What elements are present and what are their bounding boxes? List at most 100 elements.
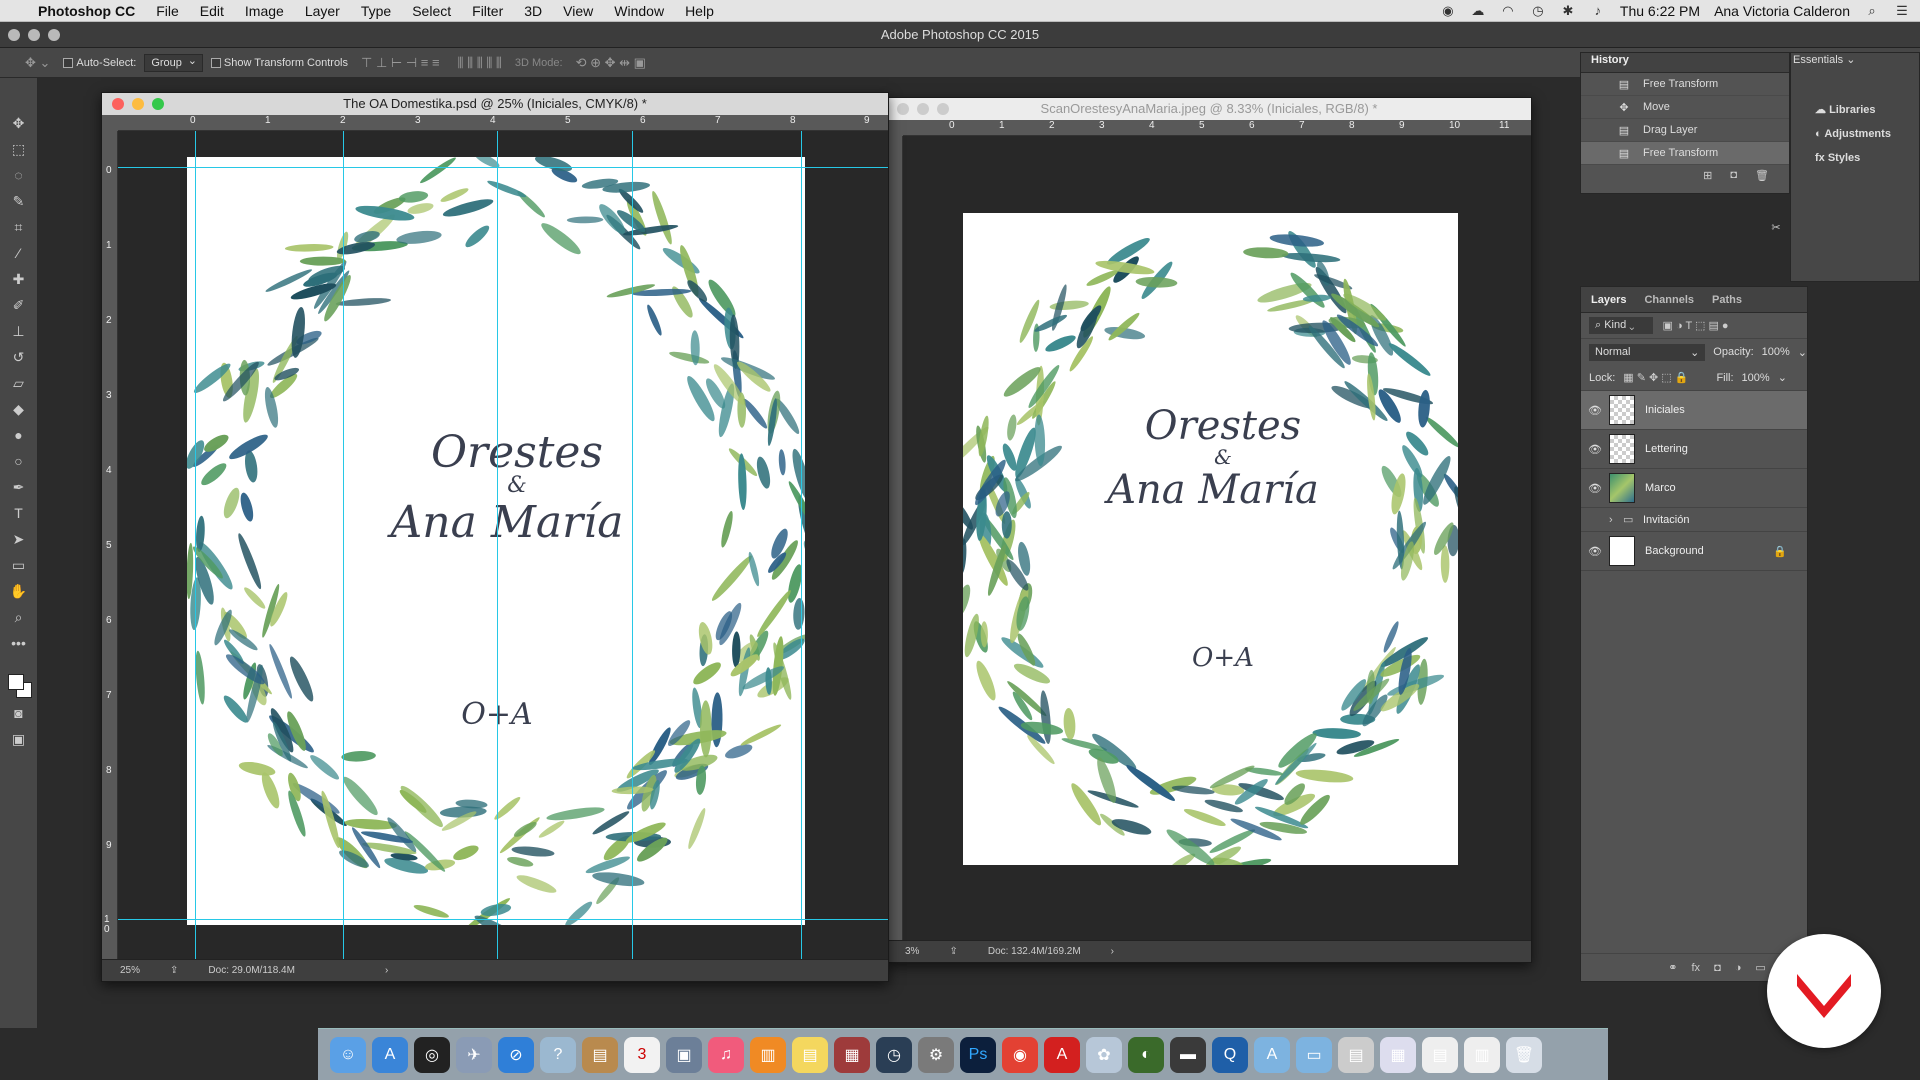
lasso-tool-icon[interactable]: ◌ xyxy=(6,164,32,186)
doc-minimize-button[interactable] xyxy=(132,98,144,110)
trash-icon[interactable]: 🗑 xyxy=(1506,1036,1542,1073)
document-title-bar[interactable]: ScanOrestesyAnaMaria.jpeg @ 8.33% (Inici… xyxy=(887,98,1531,120)
pen-tool-icon[interactable]: ✒ xyxy=(6,476,32,498)
file-stack-icon[interactable]: ▥ xyxy=(1464,1036,1500,1073)
guide-horizontal[interactable] xyxy=(118,167,888,168)
help-icon[interactable]: ? xyxy=(540,1036,576,1073)
scan-artwork[interactable]: Orestes & Ana María O+A xyxy=(963,213,1458,865)
notification-center-icon[interactable]: ☰ xyxy=(1894,4,1910,18)
document-window-main[interactable]: The OA Domestika.psd @ 25% (Iniciales, C… xyxy=(101,92,889,982)
paint-bucket-tool-icon[interactable]: ◆ xyxy=(6,398,32,420)
zoom-tool-icon[interactable]: ⌕ xyxy=(6,606,32,628)
preview-icon[interactable]: ▣ xyxy=(666,1036,702,1073)
tab-layers[interactable]: Layers xyxy=(1589,294,1628,312)
printer-icon[interactable]: ▬ xyxy=(1170,1036,1206,1073)
crop-tool-icon[interactable]: ⌗ xyxy=(6,216,32,238)
spotlight-icon[interactable]: ⌕ xyxy=(1864,4,1880,18)
launchpad-icon[interactable]: ◎ xyxy=(414,1036,450,1073)
filter-icons[interactable]: ▣ ◑ T ⬚ ▤ ● xyxy=(1663,319,1729,332)
menu-edit[interactable]: Edit xyxy=(200,3,224,19)
eraser-tool-icon[interactable]: ▱ xyxy=(6,372,32,394)
downloads-stack-icon[interactable]: ▦ xyxy=(1380,1036,1416,1073)
sketchbook-icon[interactable]: ◐ xyxy=(1128,1036,1164,1073)
styles-button[interactable]: fx Styles xyxy=(1815,152,1919,164)
safari-icon[interactable]: ⊘ xyxy=(498,1036,534,1073)
quicktime-icon[interactable]: Q xyxy=(1212,1036,1248,1073)
menu-filter[interactable]: Filter xyxy=(472,3,503,19)
history-item[interactable]: ▤ Free Transform xyxy=(1581,73,1789,96)
canvas-area[interactable]: Orestes & Ana María O+A xyxy=(118,131,888,959)
document-window-scan[interactable]: ScanOrestesyAnaMaria.jpeg @ 8.33% (Inici… xyxy=(886,97,1532,963)
horizontal-ruler[interactable]: 0 1 2 3 4 5 6 7 8 9 xyxy=(118,115,888,131)
photo-booth-icon[interactable]: ▦ xyxy=(834,1036,870,1073)
tab-channels[interactable]: Channels xyxy=(1642,294,1696,312)
volume-icon[interactable]: ♪ xyxy=(1590,4,1606,18)
document-size[interactable]: Doc: 29.0M/118.4M xyxy=(208,965,295,976)
document-title-bar[interactable]: The OA Domestika.psd @ 25% (Iniciales, C… xyxy=(102,93,888,115)
blend-mode-dropdown[interactable]: Normal ⌄ xyxy=(1589,343,1706,361)
invitation-artwork[interactable]: Orestes & Ana María O+A xyxy=(187,157,805,925)
adjustment-layer-icon[interactable]: ◑ xyxy=(1735,962,1742,974)
type-tool-icon[interactable]: T xyxy=(6,502,32,524)
path-select-tool-icon[interactable]: ➤ xyxy=(6,528,32,550)
menu-file[interactable]: File xyxy=(156,3,179,19)
status-arrow-icon[interactable]: › xyxy=(1111,946,1114,957)
blur-tool-icon[interactable]: ● xyxy=(6,424,32,446)
eye-icon[interactable]: 👁 xyxy=(1581,482,1609,495)
history-item[interactable]: ✥ Move xyxy=(1581,96,1789,119)
time-machine-icon[interactable]: ◷ xyxy=(876,1036,912,1073)
layer-style-icon[interactable]: fx xyxy=(1692,962,1701,974)
ibooks-icon[interactable]: ▥ xyxy=(750,1036,786,1073)
more-tools-icon[interactable]: ••• xyxy=(6,632,32,654)
applications-folder-icon[interactable]: A xyxy=(1254,1036,1290,1073)
app-store-icon[interactable]: A xyxy=(372,1036,408,1073)
menu-clock[interactable]: Thu 6:22 PM xyxy=(1620,3,1700,19)
status-arrow-icon[interactable]: › xyxy=(385,965,388,976)
quick-mask-icon[interactable]: ◙ xyxy=(6,702,32,724)
stickies-icon[interactable]: ▤ xyxy=(792,1036,828,1073)
wifi-icon[interactable]: ◠ xyxy=(1500,4,1516,18)
system-preferences-icon[interactable]: ⚙ xyxy=(918,1036,954,1073)
file-stack-icon[interactable]: ▤ xyxy=(1422,1036,1458,1073)
dodge-tool-icon[interactable]: ○ xyxy=(6,450,32,472)
link-layers-icon[interactable]: ⚭ xyxy=(1668,961,1677,974)
rectangle-tool-icon[interactable]: ▭ xyxy=(6,554,32,576)
healing-tool-icon[interactable]: ✚ xyxy=(6,268,32,290)
share-icon[interactable]: ⇪ xyxy=(949,946,957,957)
eye-icon[interactable]: 👁 xyxy=(1581,545,1609,558)
notes-icon[interactable]: ▤ xyxy=(582,1036,618,1073)
distribute-buttons-icon[interactable]: ⫼ ⫼ ⫼ ⫼ ⫼ xyxy=(453,55,507,71)
doc-zoom-button[interactable] xyxy=(152,98,164,110)
guide-vertical[interactable] xyxy=(195,131,196,959)
guide-vertical[interactable] xyxy=(343,131,344,959)
layer-group-invitacion[interactable]: › ▭ Invitación xyxy=(1581,508,1807,532)
hand-tool-icon[interactable]: ✋ xyxy=(6,580,32,602)
textedit-icon[interactable]: ▤ xyxy=(1338,1036,1374,1073)
adjustments-button[interactable]: ◐ Adjustments xyxy=(1815,128,1919,140)
guide-vertical[interactable] xyxy=(801,131,802,959)
tools-options-icon[interactable]: ✂ xyxy=(1761,213,1791,243)
menu-3d[interactable]: 3D xyxy=(524,3,542,19)
zoom-level[interactable]: 3% xyxy=(905,946,919,957)
opacity-dropdown-icon[interactable]: ⌄ xyxy=(1798,346,1807,359)
marquee-tool-icon[interactable]: ⬚ xyxy=(6,138,32,160)
documents-folder-icon[interactable]: ▭ xyxy=(1296,1036,1332,1073)
menu-select[interactable]: Select xyxy=(412,3,451,19)
document-size[interactable]: Doc: 132.4M/169.2M xyxy=(988,946,1081,957)
foreground-color-swatch[interactable] xyxy=(7,674,24,690)
chevron-right-icon[interactable]: › xyxy=(1609,514,1623,526)
menu-layer[interactable]: Layer xyxy=(305,3,340,19)
layer-row-marco[interactable]: 👁 Marco xyxy=(1581,469,1807,508)
quick-select-tool-icon[interactable]: ✎ xyxy=(6,190,32,212)
eye-icon[interactable]: 👁 xyxy=(1581,404,1609,417)
history-brush-tool-icon[interactable]: ↺ xyxy=(6,346,32,368)
screen-mode-icon[interactable]: ▣ xyxy=(6,728,32,750)
tab-paths[interactable]: Paths xyxy=(1710,294,1744,312)
move-tool-icon[interactable]: ✥ ⌄ xyxy=(20,55,55,71)
eyedropper-tool-icon[interactable]: ⁄ xyxy=(6,242,32,264)
opacity-field[interactable]: 100% xyxy=(1762,346,1790,358)
doc-close-button[interactable] xyxy=(112,98,124,110)
add-mask-icon[interactable]: ◘ xyxy=(1714,962,1721,974)
workspace-switcher[interactable]: Essentials ⌄ xyxy=(1791,53,1919,71)
layer-row-lettering[interactable]: 👁 Lettering xyxy=(1581,430,1807,469)
